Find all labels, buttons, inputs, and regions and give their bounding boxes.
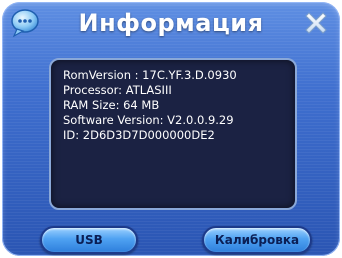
calibration-button[interactable]: Калибровка	[202, 226, 312, 254]
info-software-version: Software Version: V2.0.0.9.29	[63, 113, 234, 127]
title-bar: Информация	[2, 2, 340, 46]
info-list: RomVersion : 17C.YF.3.D.0930 Processor: …	[63, 68, 289, 143]
info-ram-size: RAM Size: 64 MB	[63, 98, 160, 112]
info-rom-version: RomVersion : 17C.YF.3.D.0930	[63, 68, 237, 82]
info-device-id: ID: 2D6D3D7D000000DE2	[63, 128, 215, 142]
chat-bubble-icon	[10, 8, 40, 38]
close-button[interactable]	[302, 9, 330, 37]
usb-button[interactable]: USB	[40, 226, 138, 254]
window-title: Информация	[78, 9, 264, 37]
info-panel: RomVersion : 17C.YF.3.D.0930 Processor: …	[49, 58, 297, 210]
info-dialog: Информация RomVersion: 17C.YF.3.D.0930 …	[2, 2, 340, 256]
info-processor: Processor: ATLASIII	[63, 83, 172, 97]
close-icon	[302, 12, 330, 41]
screen: Информация RomVersion: 17C.YF.3.D.0930 …	[0, 0, 342, 258]
